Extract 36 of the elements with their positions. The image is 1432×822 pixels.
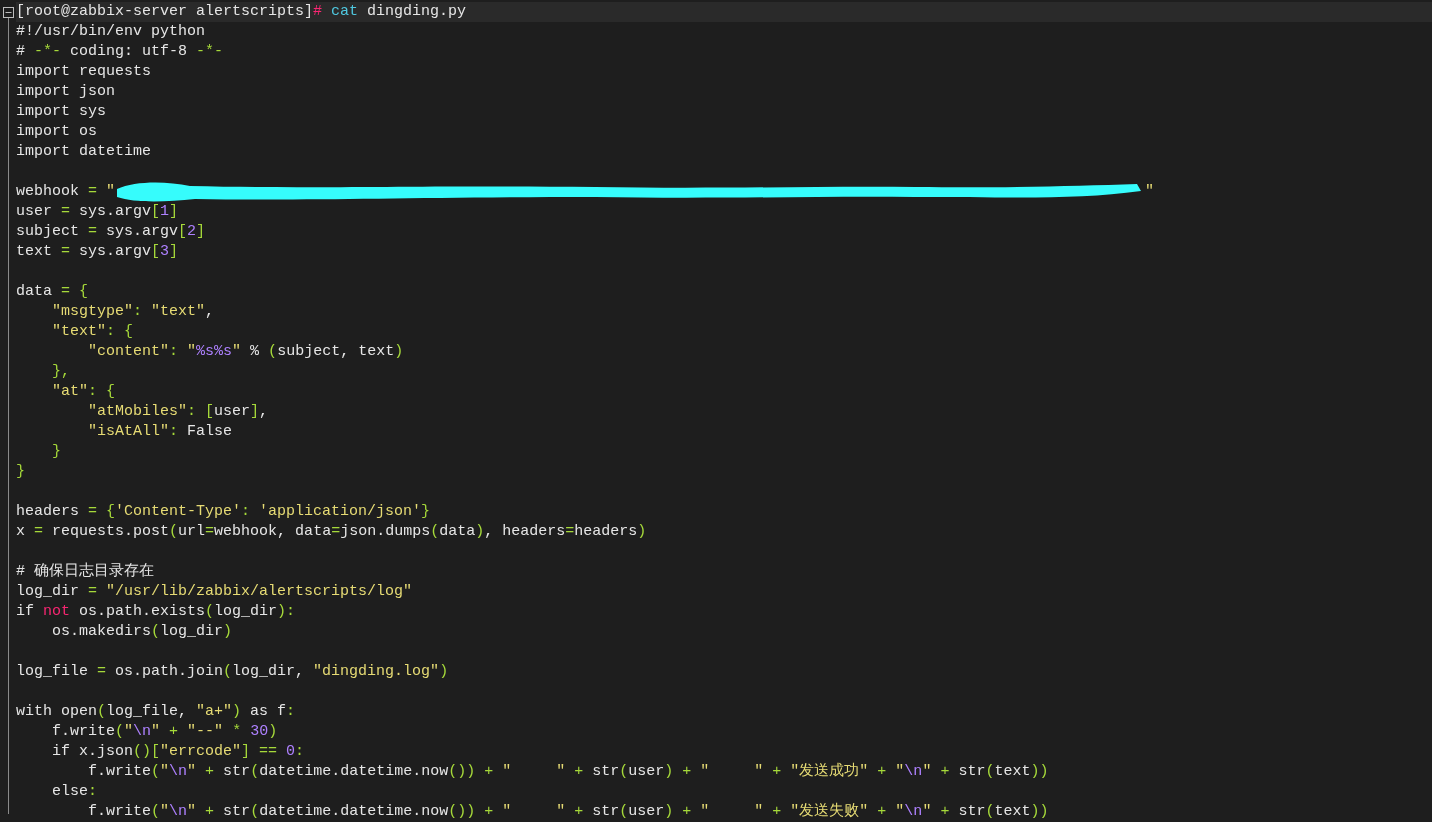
code-line: "content": "%s%s" % (subject, text) [87,342,405,362]
code-line: } [16,462,26,482]
code-line: f.write("\n" + str(datetime.datetime.now()) + " " + str(user) + " " + "发送成功" + "\n" + str(text)) [87,762,1050,782]
code-line: user = sys.argv[1] [16,202,180,222]
code-line: headers = {'Content-Type': 'application/json'} [16,502,432,522]
code-line: "atMobiles": [user], [87,402,270,422]
code-line: import datetime [16,142,153,162]
code-line: # -*- coding: utf-8 -*- [16,42,225,62]
code-line: os.makedirs(log_dir) [51,622,234,642]
code-line: #!/usr/bin/env python [16,22,207,42]
code-line: else: [51,782,99,802]
code-line: }, [51,362,71,382]
code-text: " [1145,182,1155,202]
code-line: "text": { [51,322,135,342]
code-line: # 确保日志目录存在 [16,562,155,582]
code-line: if not os.path.exists(log_dir): [16,602,297,622]
code-line: import sys [16,102,107,122]
code-line: x = requests.post(url=webhook, data=json.dumps(data), headers=headers) [16,522,648,542]
code-line: } [51,442,62,462]
code-line: "at": { [51,382,117,402]
code-text: webhook = " [16,182,116,202]
code-line: f.write("\n" + str(datetime.datetime.now()) + " " + str(user) + " " + "发送失败" + "\n" + str(text)) [87,802,1050,822]
code-line: import requests [16,62,153,82]
code-line: with open(log_file, "a+") as f: [16,702,297,722]
collapse-icon[interactable] [2,7,14,18]
code-line: log_file = os.path.join(log_dir, "dingding.log") [16,662,450,682]
code-line: import os [16,122,98,142]
code-line: import json [16,82,117,102]
code-line: log_dir = "/usr/lib/zabbix/alertscripts/log" [16,582,414,602]
code-line: f.write("\n" + "--" * 30) [51,722,279,742]
code-line: subject = sys.argv[2] [16,222,207,242]
code-line: "isAtAll": False [87,422,234,442]
code-line: text = sys.argv[3] [16,242,180,262]
code-line: "msgtype": "text", [51,302,216,322]
code-line: data = { [16,282,90,302]
code-line: if x.json()["errcode"] == 0: [51,742,306,762]
